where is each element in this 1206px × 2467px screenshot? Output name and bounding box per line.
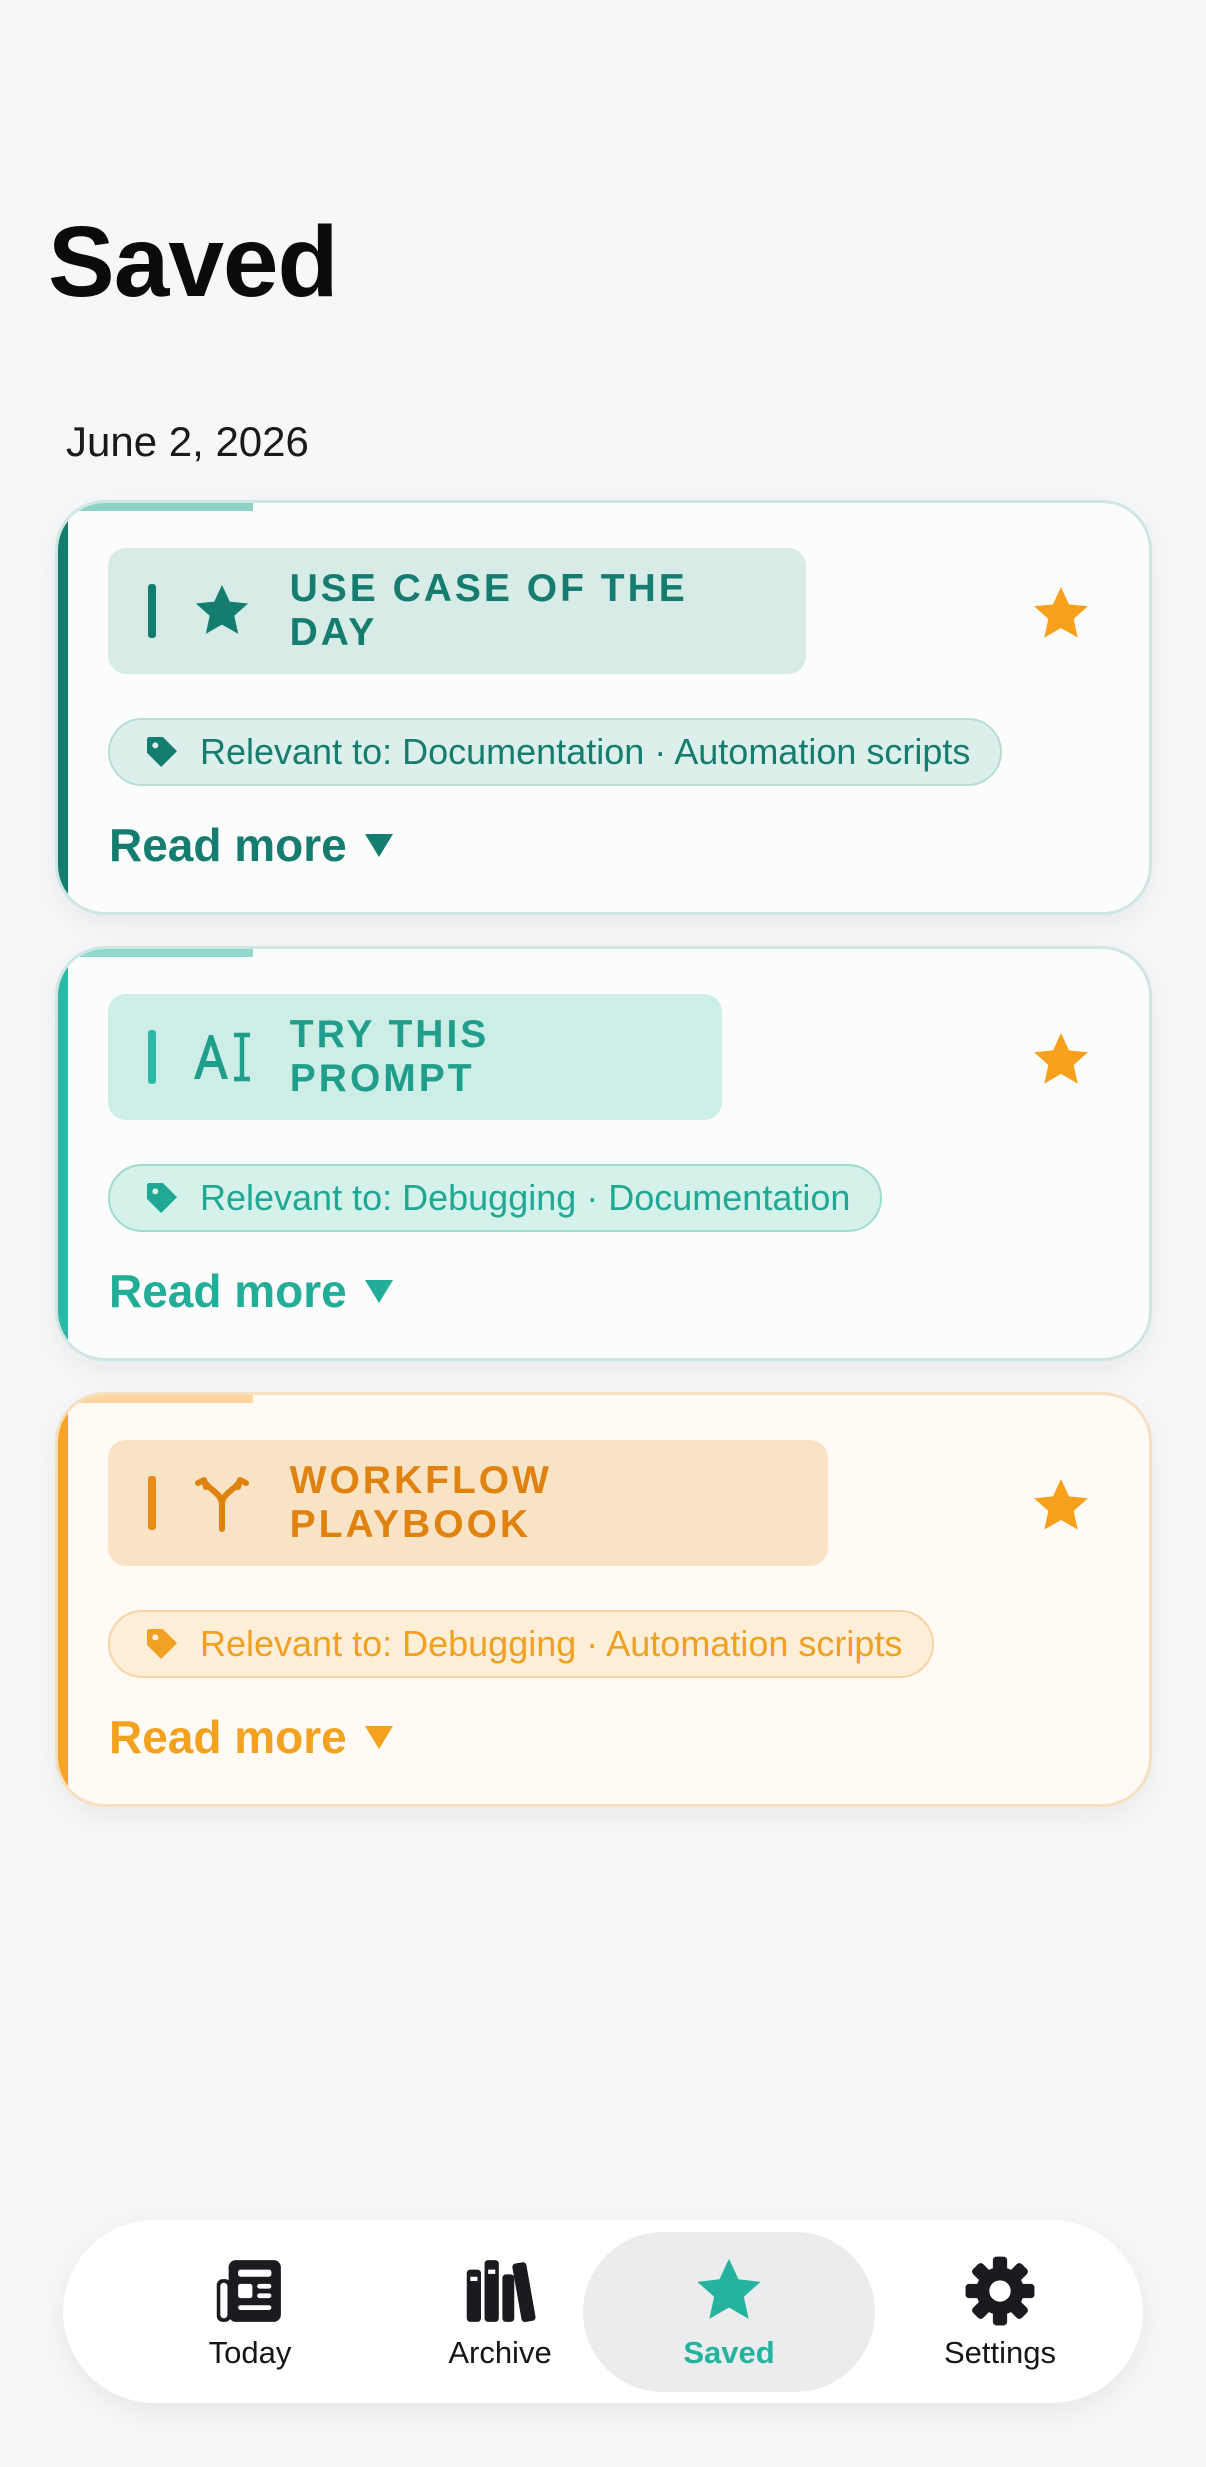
relevance-tag: Relevant to: Documentation · Automation … <box>108 718 1003 786</box>
saved-star-icon[interactable] <box>1028 581 1094 647</box>
tab-today[interactable]: Today <box>125 2232 375 2392</box>
saved-card-use-case[interactable]: USE CASE OF THE DAY Relevant to: Documen… <box>55 500 1152 915</box>
star-icon <box>190 579 254 643</box>
tab-settings[interactable]: Settings <box>875 2232 1125 2392</box>
triangle-down-icon <box>364 1726 393 1749</box>
badge-bar <box>148 584 156 638</box>
bottom-tab-bar: Today Archive Saved Settings <box>63 2220 1143 2403</box>
card-accent-edge <box>58 949 68 1358</box>
relevance-text: Relevant to: Debugging · Documentation <box>200 1177 851 1218</box>
badge-label: WORKFLOW PLAYBOOK <box>289 1459 552 1546</box>
star-icon <box>691 2253 767 2329</box>
tab-label: Today <box>208 2335 292 2370</box>
relevance-text: Relevant to: Documentation · Automation … <box>200 731 971 772</box>
triangle-down-icon <box>364 834 393 857</box>
read-more-button[interactable]: Read more <box>109 1264 395 1318</box>
card-accent-edge <box>58 503 68 912</box>
saved-card-workflow[interactable]: WORKFLOW PLAYBOOK Relevant to: Debugging… <box>55 1392 1152 1807</box>
books-icon <box>462 2253 538 2329</box>
relevance-tag: Relevant to: Debugging · Documentation <box>108 1164 883 1232</box>
read-more-label: Read more <box>109 1265 347 1317</box>
badge-label: USE CASE OF THE DAY <box>289 567 688 654</box>
tab-label: Archive <box>448 2335 552 2370</box>
tag-icon <box>142 732 182 772</box>
triangle-down-icon <box>364 1280 393 1303</box>
badge-bar <box>148 1030 156 1084</box>
saved-card-prompt[interactable]: TRY THIS PROMPT Relevant to: Debugging ·… <box>55 946 1152 1361</box>
tab-label: Saved <box>683 2335 775 2370</box>
read-more-button[interactable]: Read more <box>109 818 395 872</box>
read-more-label: Read more <box>109 1711 347 1763</box>
category-badge: WORKFLOW PLAYBOOK <box>108 1440 828 1566</box>
card-accent-topline <box>58 1395 253 1403</box>
gear-icon <box>962 2253 1038 2329</box>
card-accent-edge <box>58 1395 68 1804</box>
page-title: Saved <box>48 206 339 318</box>
read-more-button[interactable]: Read more <box>109 1710 395 1764</box>
relevance-text: Relevant to: Debugging · Automation scri… <box>200 1623 903 1664</box>
tab-label: Settings <box>943 2335 1056 2370</box>
tag-icon <box>142 1624 182 1664</box>
text-cursor-icon <box>190 1025 254 1089</box>
category-badge: TRY THIS PROMPT <box>108 994 722 1120</box>
card-accent-topline <box>58 949 253 957</box>
branch-icon <box>190 1471 254 1535</box>
saved-star-icon[interactable] <box>1028 1027 1094 1093</box>
tab-saved[interactable]: Saved <box>583 2232 875 2392</box>
badge-bar <box>148 1476 156 1530</box>
read-more-label: Read more <box>109 819 347 871</box>
section-date: June 2, 2026 <box>66 418 309 465</box>
badge-label: TRY THIS PROMPT <box>289 1013 490 1100</box>
saved-star-icon[interactable] <box>1028 1473 1094 1539</box>
category-badge: USE CASE OF THE DAY <box>108 548 806 674</box>
relevance-tag: Relevant to: Debugging · Automation scri… <box>108 1610 935 1678</box>
card-accent-topline <box>58 503 253 511</box>
newspaper-icon <box>212 2253 288 2329</box>
tag-icon <box>142 1178 182 1218</box>
